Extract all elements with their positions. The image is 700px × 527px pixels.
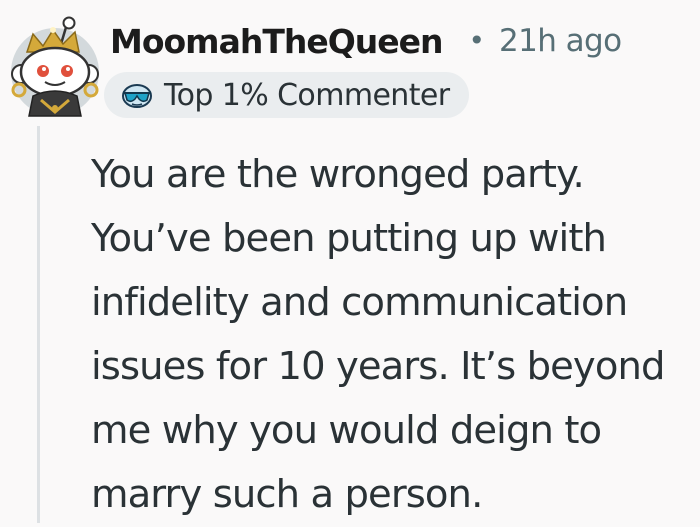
timestamp[interactable]: 21h ago — [499, 23, 622, 59]
snoo-sunglasses-icon — [122, 84, 152, 108]
username-link[interactable]: MoomahTheQueen — [110, 22, 444, 61]
snoo-avatar-icon — [11, 16, 99, 117]
comment: MoomahTheQueen • 21h ago Top 1% Commente… — [0, 0, 700, 523]
comment-line: You’ve been putting up with — [91, 216, 607, 261]
comment-line: marry such a person. — [91, 472, 483, 517]
comment-line: You are the wronged party. — [91, 152, 585, 197]
comment-line: issues for 10 years. It’s beyond — [91, 344, 665, 389]
comment-line: me why you would deign to — [91, 408, 602, 453]
comment-header: MoomahTheQueen • 21h ago — [110, 19, 622, 63]
comment-line: infidelity and communication — [91, 280, 628, 325]
thread-line[interactable] — [37, 126, 40, 523]
user-flair: Top 1% Commenter — [104, 72, 470, 118]
separator-dot: • — [468, 24, 486, 57]
flair-label: Top 1% Commenter — [164, 77, 450, 113]
user-avatar[interactable] — [9, 16, 105, 120]
comment-body: You are the wronged party. You’ve been p… — [91, 143, 696, 527]
